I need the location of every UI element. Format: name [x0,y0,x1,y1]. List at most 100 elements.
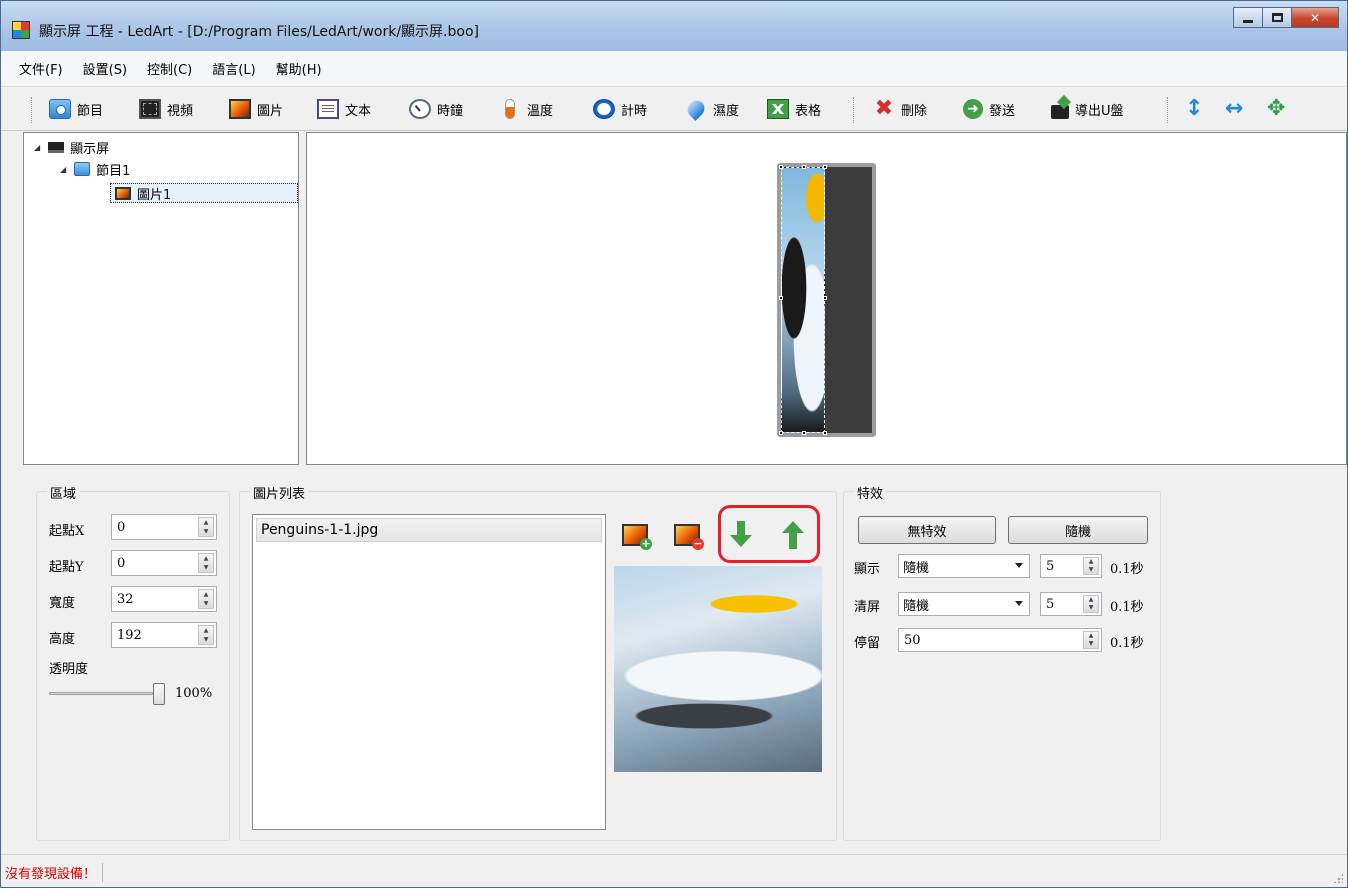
add-program-label: 節目 [77,103,104,119]
add-humidity-button[interactable]: 濕度 [684,96,740,122]
move-arrows-icon[interactable]: ✥ [1267,95,1285,123]
picture-icon [229,99,251,119]
clear-speed-stepper[interactable]: ▲ ▼ [1083,595,1099,613]
display-speed-stepper[interactable]: ▲ ▼ [1083,557,1099,575]
menu-help[interactable]: 幫助(H) [276,59,322,78]
title-bar: 顯示屏 工程 - LedArt - [D:/Program Files/LedA… [1,1,1347,51]
tree-picture-label: 圖片1 [137,187,172,203]
opacity-slider-thumb[interactable] [153,683,165,705]
add-text-button[interactable]: 文本 [317,96,371,122]
add-temperature-button[interactable]: 溫度 [499,96,553,122]
width-field[interactable]: 32 ▲ ▼ [111,586,217,612]
display-effect-select[interactable]: 隨機 [898,554,1030,578]
app-icon [12,21,30,39]
send-label: 發送 [989,103,1016,119]
display-speed-value: 5 [1046,558,1055,574]
resize-handle[interactable] [823,296,827,300]
dropdown-arrow-icon [1015,563,1023,568]
add-program-button[interactable]: 節目 [49,96,103,122]
add-timer-button[interactable]: 計時 [593,96,647,122]
status-bar: 沒有發現設備！ [1,854,1347,887]
start-x-stepper[interactable]: ▲ ▼ [198,517,214,537]
delete-x-icon: ✖ [874,96,894,121]
stay-unit: 0.1秒 [1110,636,1144,651]
picture-region[interactable] [779,165,827,435]
toolbar-separator-2 [1167,97,1170,123]
add-clock-label: 時鐘 [437,103,464,119]
collapse-arrow-icon[interactable]: ◢ [60,165,66,174]
export-usb-button[interactable]: 導出U盤 [1051,96,1124,122]
start-y-value: 0 [117,555,126,571]
height-stepper[interactable]: ▲ ▼ [198,625,214,645]
height-field[interactable]: 192 ▲ ▼ [111,622,217,648]
list-item[interactable]: Penguins-1-1.jpg [256,518,602,542]
add-text-label: 文本 [345,103,372,119]
picture-list[interactable]: Penguins-1-1.jpg [252,514,606,830]
collapse-arrow-icon[interactable]: ◢ [34,143,40,152]
random-effect-button[interactable]: 隨機 [1008,516,1148,544]
add-picture-button[interactable]: 圖片 [229,96,283,122]
clear-speed-value: 5 [1046,596,1055,612]
add-video-button[interactable]: 視頻 [139,96,193,122]
remove-picture-icon[interactable] [674,524,704,550]
add-clock-button[interactable]: 時鐘 [409,96,463,122]
clear-speed-field[interactable]: 5 ▲ ▼ [1040,592,1102,616]
height-label: 高度 [49,632,76,647]
resize-handle[interactable] [802,431,806,435]
start-x-label: 起點X [49,524,85,539]
resize-handle[interactable] [779,165,783,169]
send-button[interactable]: ➜ 發送 [963,96,1015,122]
spreadsheet-icon [767,99,789,119]
clear-effect-select[interactable]: 隨機 [898,592,1030,616]
tree-node-program[interactable]: ◢ 節目1 [60,159,130,179]
resize-handle[interactable] [823,165,827,169]
stay-stepper[interactable]: ▲ ▼ [1083,631,1099,649]
horizontal-arrow-icon[interactable]: ↔ [1225,95,1243,123]
splitter[interactable] [301,132,305,465]
start-y-stepper[interactable]: ▲ ▼ [198,553,214,573]
resize-handle[interactable] [823,431,827,435]
width-stepper[interactable]: ▲ ▼ [198,589,214,609]
resize-handle[interactable] [779,431,783,435]
menu-control[interactable]: 控制(C) [147,59,192,78]
minimize-button[interactable] [1233,7,1263,28]
resize-grip[interactable] [1333,873,1343,883]
no-effect-button[interactable]: 無特效 [858,516,996,544]
vertical-arrow-icon[interactable]: ↕ [1185,95,1203,123]
properties-panel: 區域 起點X 0 ▲ ▼ 起點Y 0 ▲ ▼ 寬度 32 ▲ ▼ 高度 192 ▲ ▼ … [23,467,1347,854]
display-label: 顯示 [854,562,881,577]
stay-label: 停留 [854,636,881,651]
toolbar: 節目 視頻 圖片 文本 時鐘 溫度 計時 濕度 表格 ✖ 刪除 ➜ 發送 導出U… [1,87,1347,131]
picture-preview [614,566,822,772]
led-screen [777,163,876,437]
add-humidity-label: 濕度 [713,103,740,119]
add-table-button[interactable]: 表格 [767,96,821,122]
add-table-label: 表格 [795,103,822,119]
display-speed-field[interactable]: 5 ▲ ▼ [1040,554,1102,578]
picture-list-group: 圖片列表 Penguins-1-1.jpg [239,483,837,841]
start-y-field[interactable]: 0 ▲ ▼ [111,550,217,576]
send-arrow-icon: ➜ [963,99,983,119]
resize-handle[interactable] [802,165,806,169]
add-picture-icon[interactable] [622,524,652,550]
menu-language[interactable]: 語言(L) [212,59,255,78]
project-tree: ◢ 顯示屏 ◢ 節目1 圖片1 [23,132,299,465]
clear-label: 清屏 [854,600,881,615]
close-button[interactable]: ✕ [1291,7,1339,28]
maximize-button[interactable] [1262,7,1292,28]
menu-file[interactable]: 文件(F) [19,59,63,78]
start-x-field[interactable]: 0 ▲ ▼ [111,514,217,540]
toolbar-grip[interactable] [31,97,34,123]
stay-field[interactable]: 50 ▲ ▼ [898,628,1102,652]
tree-node-screen[interactable]: ◢ 顯示屏 [34,137,109,157]
menu-settings[interactable]: 設置(S) [83,59,127,78]
caption-buttons: ✕ [1233,7,1339,28]
start-y-label: 起點Y [49,560,84,575]
tree-node-picture[interactable]: 圖片1 [110,183,298,203]
close-icon: ✕ [1309,10,1321,25]
resize-handle[interactable] [779,296,783,300]
stay-value: 50 [904,632,921,648]
region-title: 區域 [47,483,80,502]
delete-button[interactable]: ✖ 刪除 [873,96,927,122]
opacity-slider-track[interactable] [49,692,153,695]
